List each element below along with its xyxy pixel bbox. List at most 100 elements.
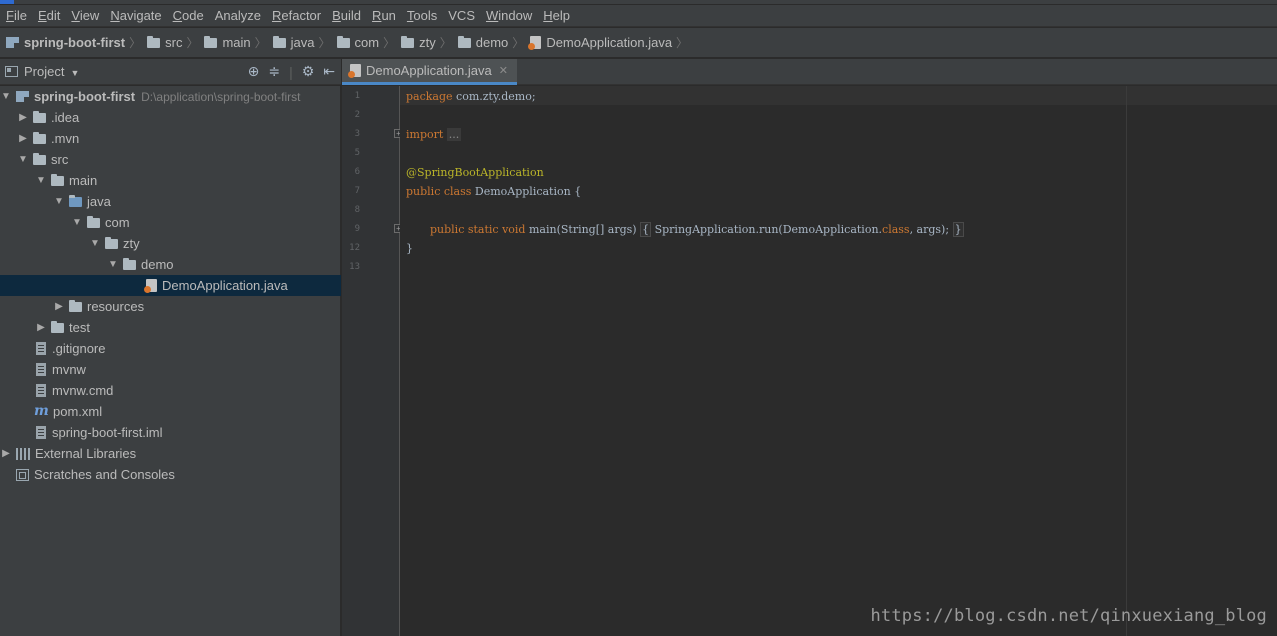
breadcrumb-file[interactable]: DemoApplication.java 〉 [528,34,694,51]
menu-refactor[interactable]: Refactor [269,6,324,26]
collapsed-arrow-icon[interactable]: ▶ [17,112,29,123]
breadcrumb-demo[interactable]: demo 〉 [457,34,531,51]
tab-label: DemoApplication.java [366,63,492,78]
expanded-arrow-icon[interactable]: ▼ [17,154,29,165]
menu-label: VCS [448,7,475,23]
chevron-right-icon: 〉 [186,36,199,50]
close-icon[interactable]: ✕ [499,64,508,77]
breadcrumb-zty[interactable]: zty 〉 [401,34,458,51]
tree-node-java[interactable]: ▼ java [0,191,341,212]
code-editor[interactable]: package com.zty.demo; import ... @Spring… [400,86,1277,636]
menu-tools[interactable]: Tools [404,6,440,26]
breadcrumb-src[interactable]: src 〉 [147,34,204,51]
tree-node-pom[interactable]: m pom.xml [0,401,341,422]
editor-tab-bar: DemoApplication.java ✕ [342,59,1277,85]
scroll-from-source-icon[interactable]: ⊕ [248,63,260,80]
folded-block-open[interactable]: { [640,222,652,237]
collapsed-arrow-icon[interactable]: ▶ [17,133,29,144]
line-number: 1 [354,91,360,101]
project-toolbar: ⊕ ≑ | ⚙ ⇤ [248,63,335,80]
menu-edit[interactable]: Edit [35,6,63,26]
menu-code[interactable]: Code [170,6,207,26]
folded-block-close[interactable]: } [952,222,964,237]
menu-vcs[interactable]: VCS [445,6,478,26]
tree-node-test[interactable]: ▶ test [0,317,341,338]
menu-window[interactable]: Window [483,6,535,26]
tree-node-idea[interactable]: ▶ .idea [0,107,341,128]
tree-node-label: .mvn [51,131,80,146]
breadcrumb-main[interactable]: main 〉 [204,34,272,51]
folder-icon [51,173,64,186]
menu-help[interactable]: Help [540,6,573,26]
code-text: com.zty.demo; [452,90,536,103]
tree-node-label: resources [87,299,145,314]
expanded-arrow-icon[interactable]: ▼ [0,91,12,102]
tab-demo-application[interactable]: DemoApplication.java ✕ [342,59,517,85]
tree-node-mvnw-cmd[interactable]: mvnw.cmd [0,380,341,401]
tree-node-zty[interactable]: ▼ zty [0,233,341,254]
menu-label: elp [552,7,570,23]
tree-node-demo-application[interactable]: DemoApplication.java [0,275,341,296]
menu-mnemonic: N [110,7,120,23]
expanded-arrow-icon[interactable]: ▼ [53,196,65,207]
menu-analyze[interactable]: Analyze [212,6,264,26]
tree-node-iml[interactable]: spring-boot-first.iml [0,422,341,443]
tree-node-label: .idea [51,110,80,125]
menu-build[interactable]: Build [329,6,364,26]
chevron-right-icon: 〉 [318,36,331,50]
menu-label: dit [46,7,61,23]
tree-node-external-libraries[interactable]: ▶ External Libraries [0,443,341,464]
menu-view[interactable]: View [68,6,102,26]
code-line: import ... [406,125,462,144]
hide-panel-icon[interactable]: ⇤ [323,63,335,80]
breadcrumb-java[interactable]: java 〉 [272,34,337,51]
line-number: 5 [354,148,360,158]
expanded-arrow-icon[interactable]: ▼ [89,238,101,249]
breadcrumb-com[interactable]: com 〉 [336,34,402,51]
tree-node-root[interactable]: ▼ spring-boot-first D:\application\spring-… [0,86,341,107]
menu-label: efactor [281,7,322,23]
breadcrumb-project[interactable]: spring-boot-first 〉 [6,34,147,51]
tree-node-mvn[interactable]: ▶ .mvn [0,128,341,149]
java-file-icon [528,36,542,50]
tree-node-label: main [69,173,98,188]
line-number: 6 [354,167,360,177]
menu-run[interactable]: Run [369,6,399,26]
collapse-all-icon[interactable]: ≑ [268,63,280,80]
menu-file[interactable]: File [3,6,30,26]
tree-node-src[interactable]: ▼ src [0,149,341,170]
keyword: public static void [430,223,526,236]
menu-mnemonic: R [271,7,282,23]
module-file-icon [36,426,46,439]
tree-node-resources[interactable]: ▶ resources [0,296,341,317]
project-view-selector[interactable]: Project ▼ [24,64,79,79]
menu-navigate[interactable]: Navigate [107,6,164,26]
expanded-arrow-icon[interactable]: ▼ [71,217,83,228]
menu-mnemonic: V [71,7,80,23]
line-number: 8 [354,205,360,215]
tree-node-main[interactable]: ▼ main [0,170,341,191]
breadcrumb-label: demo [475,35,509,50]
tree-node-demo[interactable]: ▼ demo [0,254,341,275]
collapsed-arrow-icon[interactable]: ▶ [0,448,12,459]
code-text: , args); [909,223,953,236]
tree-node-gitignore[interactable]: .gitignore [0,338,341,359]
collapsed-arrow-icon[interactable]: ▶ [35,322,47,333]
collapsed-arrow-icon[interactable]: ▶ [53,301,65,312]
expanded-arrow-icon[interactable]: ▼ [35,175,47,186]
menu-mnemonic: E [37,7,47,23]
tree-node-scratches[interactable]: Scratches and Consoles [0,464,341,485]
folded-imports[interactable]: ... [446,128,462,141]
tree-node-mvnw[interactable]: mvnw [0,359,341,380]
code-line: } [406,239,413,258]
chevron-right-icon: 〉 [129,36,142,50]
project-panel-header: Project ▼ ⊕ ≑ | ⚙ ⇤ [0,59,341,85]
expanded-arrow-icon[interactable]: ▼ [107,259,119,270]
java-class-icon [348,64,361,78]
resources-folder-icon [69,299,82,312]
editor-gutter: 1 2 3 + 5 6 7 8 9 + 12 13 [342,86,403,636]
tree-node-com[interactable]: ▼ com [0,212,341,233]
gear-icon[interactable]: ⚙ [302,63,315,80]
tree-node-label: Scratches and Consoles [34,467,175,482]
tree-node-label: DemoApplication.java [162,278,288,293]
